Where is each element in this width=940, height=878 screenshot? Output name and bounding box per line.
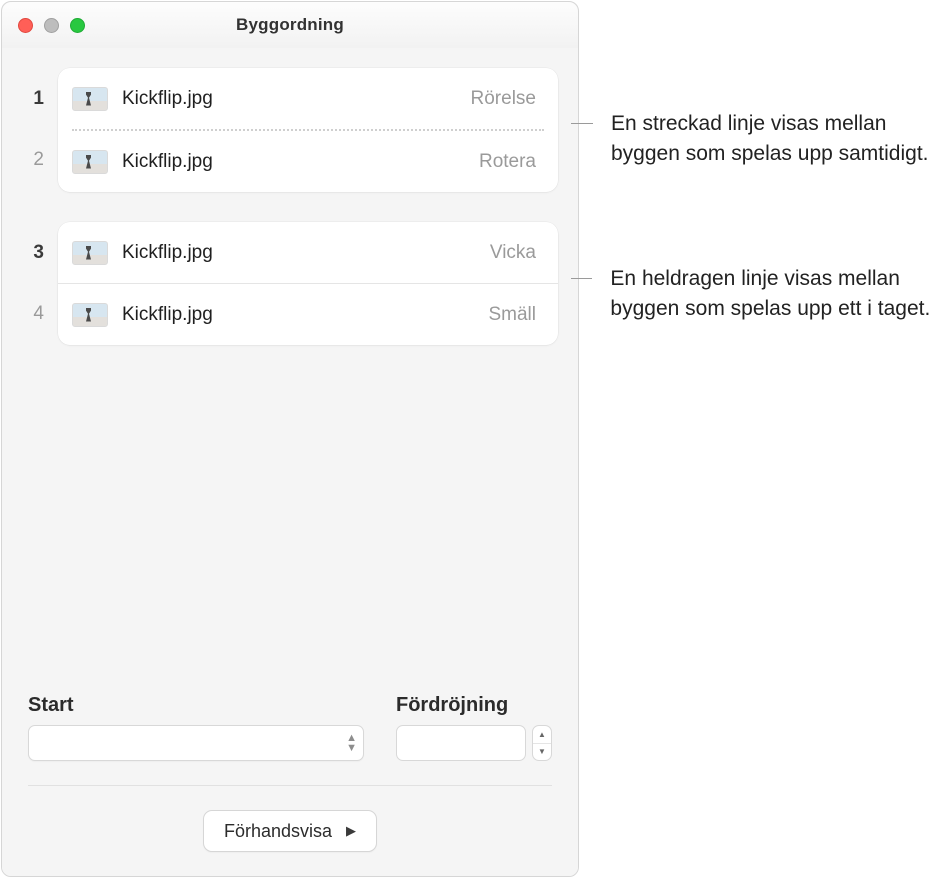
start-label: Start [28, 694, 364, 717]
stepper-up-icon[interactable]: ▲ [533, 726, 551, 744]
preview-button[interactable]: Förhandsvisa ▶ [203, 810, 377, 852]
preview-label: Förhandsvisa [224, 821, 332, 842]
close-icon[interactable] [18, 18, 33, 33]
build-filename: Kickflip.jpg [122, 151, 213, 173]
window-controls [18, 18, 85, 33]
callouts: En streckad linje visas mellan byggen so… [580, 0, 940, 878]
build-group: 1 2 Kickflip.jpg Rörelse Kickflip.jpg Ro… [14, 68, 558, 192]
delay-label: Fördröjning [396, 694, 552, 717]
build-effect: Vicka [490, 242, 536, 264]
build-number: 1 [14, 68, 44, 129]
minimize-icon[interactable] [44, 18, 59, 33]
build-card: Kickflip.jpg Rörelse Kickflip.jpg Rotera [58, 68, 558, 192]
chevron-updown-icon: ▲▼ [346, 733, 357, 753]
build-list: 1 2 Kickflip.jpg Rörelse Kickflip.jpg Ro… [2, 48, 578, 678]
build-number: 3 [14, 222, 44, 283]
titlebar: Byggordning [2, 2, 578, 48]
leader-line [571, 278, 592, 279]
build-order-panel: Byggordning 1 2 Kickflip.jpg Rörelse [1, 1, 579, 877]
build-group: 3 4 Kickflip.jpg Vicka Kickflip.jpg Smäl… [14, 222, 558, 345]
build-number: 2 [14, 129, 44, 190]
build-filename: Kickflip.jpg [122, 304, 213, 326]
build-effect: Smäll [488, 304, 536, 326]
thumbnail-icon [72, 87, 108, 111]
footer-controls: Start ▲▼ Fördröjning ▲ ▼ [2, 678, 578, 876]
build-item[interactable]: Kickflip.jpg Rotera [58, 131, 558, 192]
play-icon: ▶ [346, 823, 356, 839]
build-number: 4 [14, 283, 44, 344]
start-select[interactable]: ▲▼ [28, 725, 364, 761]
zoom-icon[interactable] [70, 18, 85, 33]
delay-stepper: ▲ ▼ [532, 725, 552, 761]
build-effect: Rotera [479, 151, 536, 173]
callout-text: En heldragen linje visas mellan byggen s… [610, 264, 940, 325]
build-item[interactable]: Kickflip.jpg Smäll [58, 284, 558, 345]
divider [28, 785, 552, 786]
thumbnail-icon [72, 303, 108, 327]
build-item[interactable]: Kickflip.jpg Vicka [58, 222, 558, 283]
build-filename: Kickflip.jpg [122, 88, 213, 110]
build-filename: Kickflip.jpg [122, 242, 213, 264]
callout-solid: En heldragen linje visas mellan byggen s… [571, 264, 940, 325]
build-card: Kickflip.jpg Vicka Kickflip.jpg Smäll [58, 222, 558, 345]
delay-input[interactable] [396, 725, 526, 761]
build-item[interactable]: Kickflip.jpg Rörelse [58, 68, 558, 129]
leader-line [571, 123, 593, 124]
callout-dashed: En streckad linje visas mellan byggen so… [571, 109, 940, 170]
stepper-down-icon[interactable]: ▼ [533, 744, 551, 761]
window-title: Byggordning [236, 15, 344, 35]
thumbnail-icon [72, 241, 108, 265]
thumbnail-icon [72, 150, 108, 174]
build-effect: Rörelse [471, 88, 536, 110]
callout-text: En streckad linje visas mellan byggen so… [611, 109, 940, 170]
